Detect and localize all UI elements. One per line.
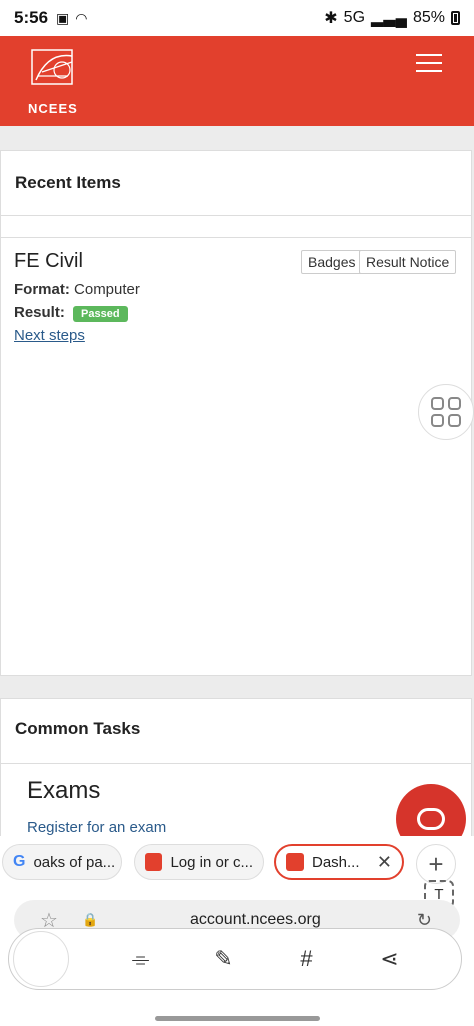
- bottom-toolbar: ⌯ ✎ # ⋖: [8, 928, 462, 990]
- home-indicator[interactable]: [155, 1016, 320, 1021]
- exam-name: FE Civil: [14, 250, 83, 272]
- status-badge: Passed: [73, 306, 128, 322]
- common-tasks-title: Common Tasks: [15, 719, 141, 738]
- ncees-favicon-icon: [286, 853, 304, 871]
- ncees-favicon-icon: [145, 853, 163, 871]
- format-row: Format: Computer: [14, 281, 140, 298]
- next-steps-link[interactable]: Next steps: [14, 327, 85, 344]
- close-tab-icon[interactable]: ✕: [377, 852, 392, 873]
- url-text[interactable]: account.ncees.org: [190, 911, 321, 929]
- scan-icon[interactable]: ⌯: [121, 946, 161, 972]
- browser-tab[interactable]: G oaks of pa...: [2, 844, 122, 880]
- network-label: 5G: [343, 9, 366, 26]
- recent-items-panel: Recent Items: [0, 150, 472, 676]
- grid-icon: [431, 397, 461, 427]
- divider: [1, 763, 471, 764]
- lock-icon: 🔒: [82, 912, 99, 927]
- bluetooth-icon: ✱: [324, 10, 338, 27]
- google-icon: G: [13, 853, 26, 870]
- logo-mark-icon: [31, 49, 73, 85]
- battery-icon: [451, 11, 460, 25]
- divider: [1, 215, 471, 216]
- tab-label: Dash...: [312, 853, 360, 871]
- share-icon[interactable]: ⋖: [370, 946, 410, 972]
- battery-label: 85%: [412, 9, 445, 26]
- register-exam-link[interactable]: Register for an exam: [27, 819, 166, 836]
- site-header: NCEES: [0, 36, 474, 126]
- status-bar: 5:56 ▣ ◠ ✱ 5G ▂▃▄ 85%: [0, 0, 474, 36]
- browser-chrome: G oaks of pa... Log in or c... Dash... ✕…: [0, 836, 474, 1026]
- result-row: Result: Passed: [14, 304, 128, 322]
- result-notice-button[interactable]: Result Notice: [359, 250, 457, 274]
- ncees-logo[interactable]: NCEES: [28, 46, 84, 116]
- divider: [1, 237, 471, 238]
- tab-label: Log in or c...: [170, 853, 253, 871]
- logo-text: NCEES: [28, 101, 78, 116]
- result-label: Result:: [14, 304, 65, 321]
- app-grid-button[interactable]: [418, 384, 474, 440]
- status-time: 5:56: [14, 8, 49, 27]
- format-value: Computer: [74, 281, 140, 298]
- exams-heading: Exams: [27, 777, 101, 804]
- gallery-icon: ▣: [56, 9, 70, 26]
- chat-bubble-icon: [417, 808, 445, 830]
- browser-tab[interactable]: Log in or c...: [134, 844, 264, 880]
- signal-icon: ▂▃▄: [371, 10, 407, 27]
- wifi-icon: ◠: [75, 9, 88, 26]
- tab-label: oaks of pa...: [33, 853, 116, 871]
- badges-button[interactable]: Badges: [301, 250, 363, 274]
- format-label: Format:: [14, 281, 70, 298]
- menu-icon[interactable]: [416, 54, 442, 74]
- edit-screenshot-icon[interactable]: ✎: [204, 946, 244, 972]
- hashtag-icon[interactable]: #: [287, 946, 327, 972]
- new-tab-icon[interactable]: +: [416, 844, 456, 884]
- browser-tab-active[interactable]: Dash... ✕: [274, 844, 404, 880]
- avatar[interactable]: [13, 931, 69, 987]
- recent-items-title: Recent Items: [15, 173, 121, 192]
